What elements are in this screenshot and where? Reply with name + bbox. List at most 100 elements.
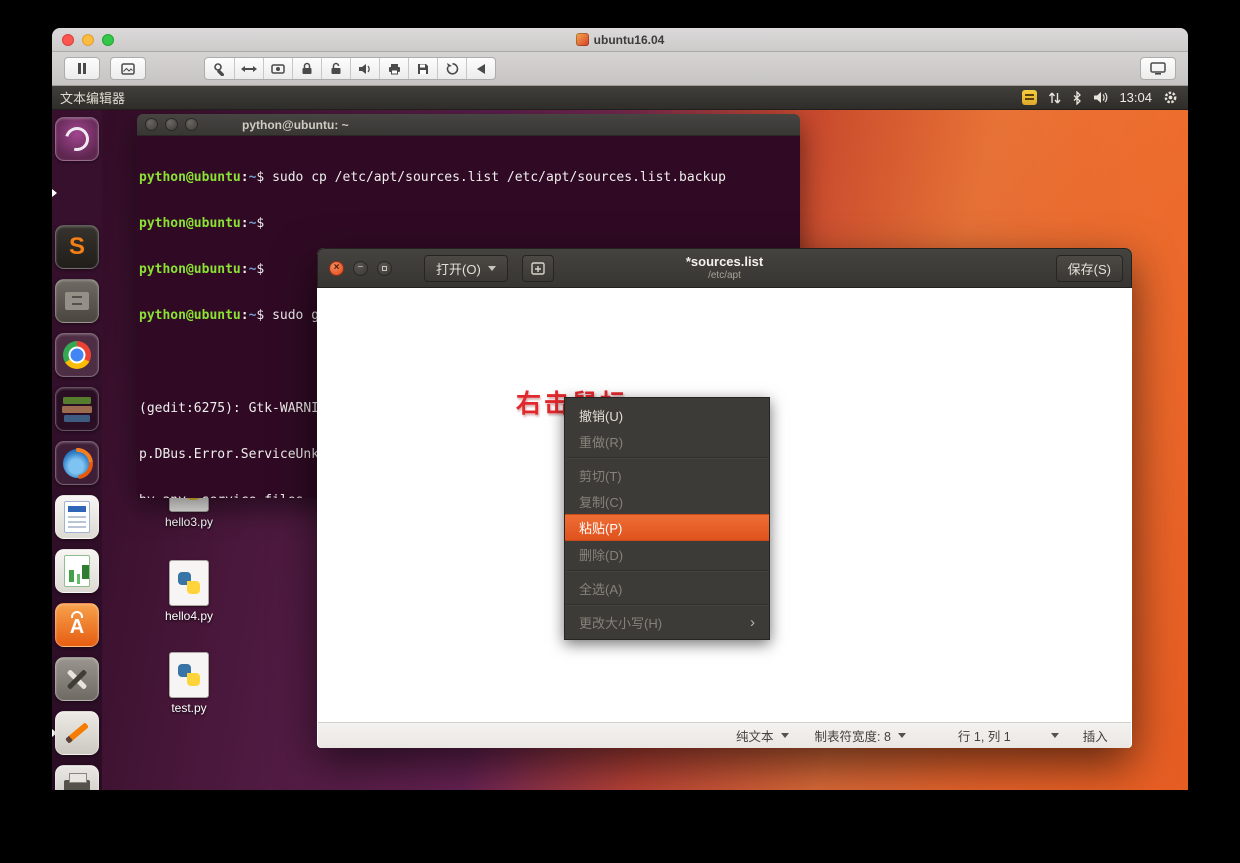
launcher-item-writer[interactable] [52, 494, 102, 540]
menu-item-delete[interactable]: 删除(D) [565, 541, 769, 567]
insert-mode-toggle[interactable]: 插入 [1083, 726, 1108, 745]
save-button-label: 保存(S) [1067, 261, 1111, 277]
menu-item-change-case[interactable]: 更改大小写(H) › [565, 609, 769, 635]
horizontal-arrows-icon [241, 65, 257, 72]
terminal-maximize-button[interactable] [185, 118, 198, 131]
files-icon [55, 279, 99, 323]
libreoffice-writer-icon [55, 495, 99, 539]
app-menu-label[interactable]: 文本编辑器 [60, 88, 125, 107]
panel-clock[interactable]: 13:04 [1119, 90, 1152, 105]
toolbar-save-button[interactable] [408, 58, 437, 79]
launcher-item-terminal[interactable]: >_ [52, 170, 102, 216]
terminal-close-button[interactable] [145, 118, 158, 131]
toolbar-resize-button[interactable] [234, 58, 263, 79]
gedit-subtitle: /etc/apt [708, 270, 741, 281]
floppy-icon [418, 63, 428, 74]
menu-item-paste[interactable]: 粘贴(P) [565, 514, 769, 541]
save-button[interactable]: 保存(S) [1055, 254, 1123, 282]
ubuntu-desktop: 文本编辑器 13:04 >_ S [52, 86, 1188, 790]
toolbar-refresh-button[interactable] [437, 58, 466, 79]
gedit-minimize-button[interactable]: − [353, 260, 368, 276]
toolbar-back-button[interactable] [466, 58, 495, 79]
menu-item-copy[interactable]: 复制(C) [565, 488, 769, 514]
vm-window: ubuntu16.04 文本编辑器 13:04 S A hello3.py he… [52, 28, 1188, 790]
launcher-item-dash[interactable] [52, 116, 102, 162]
software-center-icon: A [55, 603, 99, 647]
bluetooth-icon[interactable] [1072, 90, 1082, 105]
macos-zoom-button[interactable] [102, 34, 114, 46]
gedit-close-button[interactable]: × [329, 260, 344, 276]
panel-indicators: 13:04 [1022, 90, 1178, 105]
submenu-arrow-icon: › [750, 613, 755, 631]
launcher-item-gedit[interactable] [52, 710, 102, 756]
desktop-file-hello4[interactable]: hello4.py [147, 560, 231, 623]
session-gear-icon[interactable] [1163, 90, 1178, 105]
launcher-item-settings[interactable] [52, 656, 102, 702]
terminal-window-controls [145, 118, 198, 131]
text-editor-icon [55, 711, 99, 755]
toolbar-lock2-button[interactable] [321, 58, 350, 79]
toolbar-volume-button[interactable] [350, 58, 379, 79]
gedit-headerbar[interactable]: × − 打开(O) *sources.list /etc/apt 保存(S) [317, 248, 1132, 288]
network-arrows-icon[interactable] [1048, 91, 1061, 105]
lock-icon [302, 62, 312, 74]
terminal-line: python@ubuntu:~$ [139, 216, 273, 232]
refresh-icon [446, 63, 458, 75]
launcher-item-calc[interactable] [52, 548, 102, 594]
new-tab-button[interactable] [521, 254, 554, 282]
vm-toolbar-segment [204, 57, 496, 80]
gedit-window-controls: × − [329, 260, 392, 276]
cursor-position[interactable]: 行 1, 列 1 [958, 726, 1011, 745]
open-button-label: 打开(O) [436, 261, 481, 277]
menu-item-undo[interactable]: 撤销(U) [565, 402, 769, 428]
toolbar-camera-button[interactable] [263, 58, 292, 79]
doc-type-dropdown[interactable]: 纯文本 [736, 726, 789, 745]
vm-toolbar [52, 52, 1188, 86]
firefox-icon [55, 441, 99, 485]
dash-icon [55, 117, 99, 161]
macos-titlebar[interactable]: ubuntu16.04 [52, 28, 1188, 52]
snapshot-button[interactable] [110, 57, 146, 80]
gedit-window: × − 打开(O) *sources.list /etc/apt 保存(S) 撤… [317, 248, 1132, 748]
python-file-icon [169, 560, 209, 606]
caret-down-icon [780, 733, 789, 738]
open-button[interactable]: 打开(O) [424, 254, 508, 282]
gedit-maximize-button[interactable] [377, 260, 392, 276]
toolbar-wrench-button[interactable] [205, 58, 234, 79]
menu-item-cut[interactable]: 剪切(T) [565, 462, 769, 488]
volume-icon [359, 63, 370, 74]
python-file-icon [169, 652, 209, 698]
terminal-minimize-button[interactable] [165, 118, 178, 131]
menu-item-redo[interactable]: 重做(R) [565, 428, 769, 454]
print-icon [388, 63, 400, 74]
launcher-item-files[interactable] [52, 278, 102, 324]
macos-minimize-button[interactable] [82, 34, 94, 46]
volume-indicator-icon[interactable] [1093, 91, 1108, 104]
gedit-title-group: *sources.list /etc/apt [686, 254, 763, 281]
pause-button[interactable] [64, 57, 100, 80]
launcher-item-sublime[interactable]: S [52, 224, 102, 270]
wrench-icon [213, 62, 224, 76]
toolbar-lock-button[interactable] [292, 58, 321, 79]
launcher-item-firefox[interactable] [52, 440, 102, 486]
terminal-title: python@ubuntu: ~ [242, 117, 349, 132]
caret-down-icon [487, 265, 496, 271]
fullscreen-button[interactable] [1140, 57, 1176, 80]
input-method-icon[interactable] [1022, 90, 1038, 105]
tab-width-dropdown[interactable]: 制表符宽度: 8 [815, 726, 906, 745]
launcher-item-software[interactable]: A [52, 602, 102, 648]
gedit-statusbar: 纯文本 制表符宽度: 8 行 1, 列 1 插入 [318, 722, 1131, 748]
macos-close-button[interactable] [62, 34, 74, 46]
launcher-item-books[interactable] [52, 386, 102, 432]
window-title-group: ubuntu16.04 [575, 33, 664, 47]
launcher-item-chrome[interactable] [52, 332, 102, 378]
desktop-file-test[interactable]: test.py [147, 652, 231, 715]
file-label: test.py [171, 701, 207, 715]
gedit-title: *sources.list [685, 254, 764, 269]
toolbar-print-button[interactable] [379, 58, 408, 79]
menu-separator [566, 570, 768, 572]
goto-line-dropdown[interactable] [1050, 733, 1059, 738]
launcher-item-printer[interactable] [52, 764, 102, 790]
terminal-titlebar[interactable]: python@ubuntu: ~ [137, 114, 800, 136]
menu-item-select-all[interactable]: 全选(A) [565, 575, 769, 601]
